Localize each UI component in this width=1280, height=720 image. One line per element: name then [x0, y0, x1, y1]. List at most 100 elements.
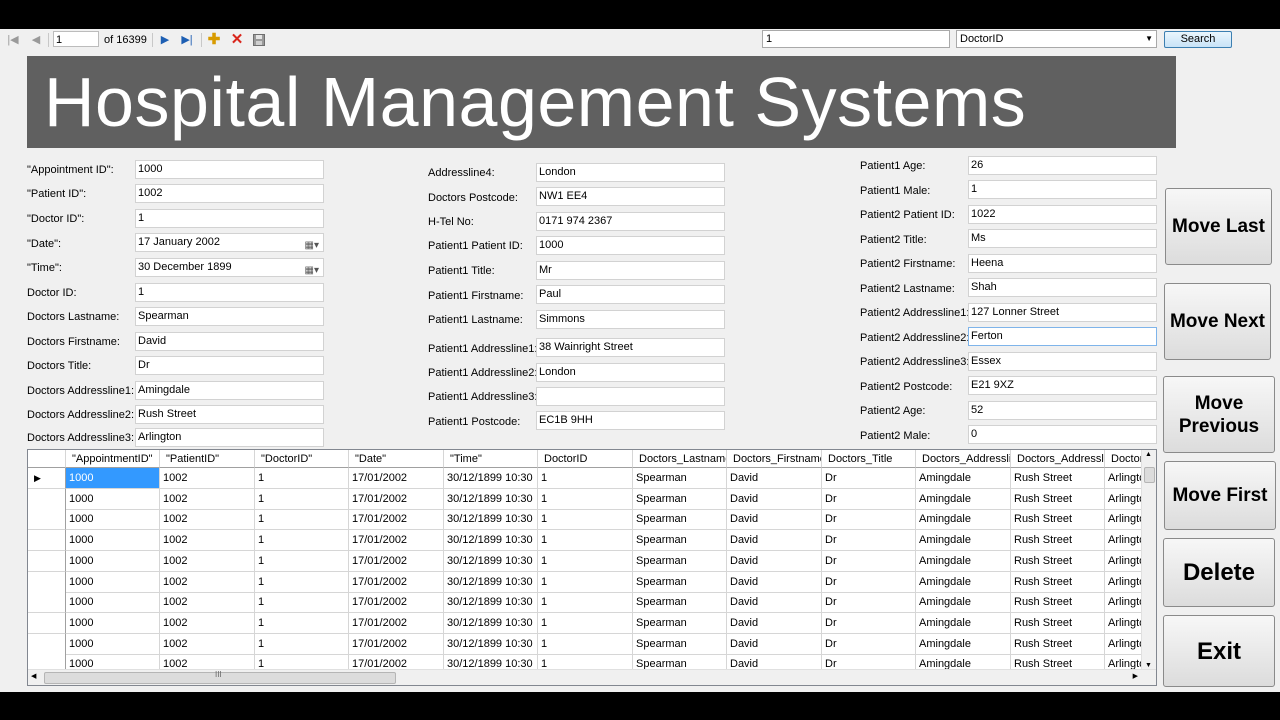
grid-row-header[interactable]: ▶ [28, 468, 66, 489]
patient1-addressline1-field[interactable]: 38 Wainright Street [536, 338, 725, 357]
grid-cell[interactable]: 30/12/1899 10:30 [444, 530, 538, 552]
patient2-postcode-field[interactable]: E21 9XZ [968, 376, 1157, 395]
grid-cell[interactable]: 17/01/2002 [349, 633, 444, 655]
scroll-up-icon[interactable]: ▲ [1145, 451, 1152, 458]
grid-cell[interactable]: 1 [255, 571, 349, 593]
grid-cell[interactable]: Rush Street [1011, 509, 1105, 531]
patient2-title-field[interactable]: Ms [968, 229, 1157, 248]
vertical-scroll-thumb[interactable] [1144, 467, 1155, 483]
addressline4-field[interactable]: London [536, 163, 725, 182]
grid-cell[interactable]: 1000 [66, 509, 160, 531]
grid-cell[interactable]: 1000 [66, 468, 160, 489]
patient1-addressline2-field[interactable]: London [536, 363, 725, 382]
grid-cell[interactable]: Rush Street [1011, 550, 1105, 572]
grid-cell[interactable]: David [727, 633, 822, 655]
grid-row-header[interactable] [28, 571, 66, 593]
grid-cell[interactable]: 30/12/1899 10:30 [444, 612, 538, 634]
grid-cell[interactable]: 1 [538, 612, 633, 634]
grid-cell[interactable]: 1 [255, 550, 349, 572]
vertical-scrollbar[interactable]: ▲ ▼ [1141, 450, 1156, 671]
grid-cell[interactable]: David [727, 612, 822, 634]
search-button[interactable]: Search [1164, 31, 1232, 48]
exit-button[interactable]: Exit [1163, 615, 1275, 687]
grid-cell[interactable]: Dr [822, 571, 916, 593]
doctors-firstname-field[interactable]: David [135, 332, 324, 351]
grid-column-header[interactable]: "Time" [444, 450, 538, 468]
patient1-male-field[interactable]: 1 [968, 180, 1157, 199]
grid-cell[interactable]: Dr [822, 488, 916, 510]
scroll-left-icon[interactable]: ◀ [31, 672, 36, 680]
doctors-title-field[interactable]: Dr [135, 356, 324, 375]
grid-cell[interactable]: Dr [822, 592, 916, 614]
grid-cell[interactable]: 1 [255, 530, 349, 552]
grid-cell[interactable]: Amingdale [916, 612, 1011, 634]
grid-column-header[interactable]: "DoctorID" [255, 450, 349, 468]
grid-cell[interactable]: David [727, 488, 822, 510]
patient-id-field[interactable]: 1002 [135, 184, 324, 203]
grid-cell[interactable]: Rush Street [1011, 633, 1105, 655]
grid-cell[interactable]: 1000 [66, 550, 160, 572]
patient2-addressline1-field[interactable]: 127 Lonner Street [968, 303, 1157, 322]
grid-cell[interactable]: 17/01/2002 [349, 530, 444, 552]
grid-row-header[interactable] [28, 509, 66, 531]
grid-column-header[interactable]: Doctors_Addresslin [916, 450, 1011, 468]
grid-cell[interactable]: Amingdale [916, 550, 1011, 572]
grid-cell[interactable]: Amingdale [916, 488, 1011, 510]
doctor-id-2-field[interactable]: 1 [135, 283, 324, 302]
calendar-dropdown-icon[interactable]: ▦▾ [305, 262, 319, 276]
grid-cell[interactable]: David [727, 571, 822, 593]
patient2-addressline3-field[interactable]: Essex [968, 352, 1157, 371]
grid-row-header[interactable] [28, 612, 66, 634]
grid-cell[interactable]: 1 [538, 633, 633, 655]
grid-cell[interactable]: 17/01/2002 [349, 592, 444, 614]
doctors-addressline2-field[interactable]: Rush Street [135, 405, 324, 424]
patient1-title-field[interactable]: Mr [536, 261, 725, 280]
grid-cell[interactable]: Rush Street [1011, 571, 1105, 593]
grid-cell[interactable]: Rush Street [1011, 592, 1105, 614]
grid-cell[interactable]: Dr [822, 530, 916, 552]
grid-cell[interactable]: Rush Street [1011, 468, 1105, 489]
time-picker[interactable]: 30 December 1899 ▦▾ [135, 258, 324, 277]
move-previous-button[interactable]: Move Previous [1163, 376, 1275, 453]
move-previous-icon[interactable]: ◀ [28, 32, 44, 48]
grid-cell[interactable]: 1002 [160, 468, 255, 489]
appointment-id-field[interactable]: 1000 [135, 160, 324, 179]
grid-cell[interactable]: Dr [822, 509, 916, 531]
doctor-id-field[interactable]: 1 [135, 209, 324, 228]
grid-cell[interactable]: Spearman [633, 633, 727, 655]
grid-row-header[interactable] [28, 488, 66, 510]
grid-cell[interactable]: Spearman [633, 530, 727, 552]
patient1-lastname-field[interactable]: Simmons [536, 310, 725, 329]
move-first-button[interactable]: Move First [1164, 461, 1276, 530]
grid-cell[interactable]: 30/12/1899 10:30 [444, 550, 538, 572]
grid-cell[interactable]: Dr [822, 468, 916, 489]
grid-cell[interactable]: 1002 [160, 550, 255, 572]
grid-column-header[interactable]: Doctors_Lastname [633, 450, 727, 468]
scroll-right-icon[interactable]: ▶ [1133, 672, 1138, 680]
grid-cell[interactable]: 17/01/2002 [349, 550, 444, 572]
grid-cell[interactable]: 17/01/2002 [349, 612, 444, 634]
grid-cell[interactable]: 1 [255, 488, 349, 510]
grid-cell[interactable]: Spearman [633, 468, 727, 489]
grid-cell[interactable]: 30/12/1899 10:30 [444, 468, 538, 489]
grid-cell[interactable]: Spearman [633, 509, 727, 531]
grid-cell[interactable]: 1 [538, 571, 633, 593]
grid-cell[interactable]: 1002 [160, 488, 255, 510]
grid-row-header[interactable] [28, 592, 66, 614]
grid-cell[interactable]: Spearman [633, 571, 727, 593]
move-last-button[interactable]: Move Last [1165, 188, 1272, 265]
grid-cell[interactable]: 17/01/2002 [349, 468, 444, 489]
calendar-dropdown-icon[interactable]: ▦▾ [305, 237, 319, 251]
grid-row-header[interactable] [28, 633, 66, 655]
position-input[interactable]: 1 [53, 31, 99, 47]
doctors-lastname-field[interactable]: Spearman [135, 307, 324, 326]
move-next-button[interactable]: Move Next [1164, 283, 1271, 360]
grid-column-header[interactable]: Doctors_Title [822, 450, 916, 468]
grid-cell[interactable]: 1000 [66, 592, 160, 614]
patient2-lastname-field[interactable]: Shah [968, 278, 1157, 297]
delete-icon[interactable]: ✕ [229, 32, 245, 48]
move-last-icon[interactable]: ▶| [179, 32, 195, 48]
grid-cell[interactable]: David [727, 592, 822, 614]
save-icon[interactable] [251, 32, 267, 48]
grid-row-header[interactable] [28, 550, 66, 572]
